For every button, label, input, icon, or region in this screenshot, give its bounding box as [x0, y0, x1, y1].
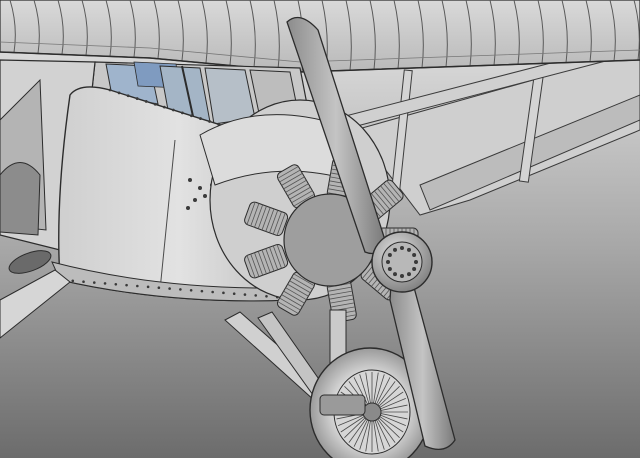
render-viewport	[0, 0, 640, 458]
airplane-render	[0, 0, 640, 458]
